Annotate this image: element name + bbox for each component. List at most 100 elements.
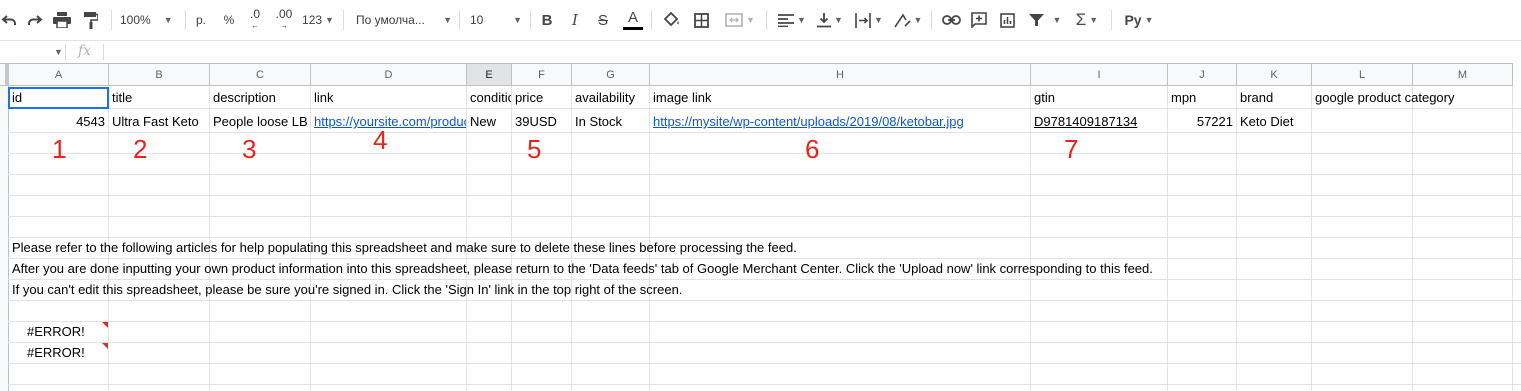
strikethrough-button[interactable]: S: [593, 8, 613, 32]
functions-icon[interactable]: Σ ▼: [1070, 8, 1104, 32]
formula-input[interactable]: [104, 41, 1521, 63]
vertical-align-icon[interactable]: ▼: [815, 8, 845, 32]
zoom-select[interactable]: 100% ▼: [120, 8, 176, 32]
increase-decimals-label: .00: [275, 7, 293, 21]
cell-h2-link[interactable]: https://mysite/wp-content/uploads/2019/0…: [650, 111, 1030, 132]
note-line-2[interactable]: After you are done inputting your own pr…: [9, 258, 1509, 279]
cell-d2-link[interactable]: https://yoursite.com/product: [311, 111, 466, 132]
cell-e1[interactable]: condition: [467, 87, 511, 108]
currency-format-button[interactable]: р.: [192, 8, 210, 32]
undo-icon[interactable]: [0, 8, 18, 32]
column-header-k[interactable]: K: [1237, 63, 1312, 86]
borders-icon[interactable]: [690, 8, 712, 32]
name-box[interactable]: ▼: [0, 41, 64, 63]
text-color-button[interactable]: A: [621, 8, 645, 32]
cell-d1[interactable]: link: [311, 87, 466, 108]
more-formats-select[interactable]: 123 ▼: [300, 8, 336, 32]
more-formats-label: 123: [302, 13, 323, 27]
increase-decimals-button[interactable]: .00 →: [272, 8, 296, 32]
chevron-down-icon: ▼: [443, 15, 452, 25]
cell-b1[interactable]: title: [109, 87, 209, 108]
font-family-select[interactable]: По умолча... ▼: [356, 8, 452, 32]
column-header-h[interactable]: H: [650, 63, 1031, 86]
column-header-a[interactable]: A: [9, 63, 109, 86]
font-family-value: По умолча...: [356, 13, 425, 27]
bold-label: B: [541, 11, 553, 29]
insert-chart-icon[interactable]: [996, 8, 1018, 32]
chevron-down-icon: ▼: [834, 15, 843, 25]
column-header-l[interactable]: L: [1312, 63, 1413, 86]
column-letter: D: [384, 68, 393, 81]
font-size-select[interactable]: 10 ▼: [470, 8, 522, 32]
column-header-i[interactable]: I: [1031, 63, 1168, 86]
filter-icon[interactable]: ▼: [1024, 8, 1066, 32]
font-size-value: 10: [470, 13, 484, 27]
cell-i2[interactable]: D9781409187134: [1031, 111, 1167, 132]
column-header-g[interactable]: G: [572, 63, 650, 86]
cell-f2[interactable]: 39USD: [512, 111, 571, 132]
paint-format-icon[interactable]: [80, 8, 102, 32]
cell-k2[interactable]: Keto Diet: [1237, 111, 1311, 132]
percent-format-button[interactable]: %: [220, 8, 238, 32]
toolbar: 100% ▼ р. % .0 ← .00 → 123 ▼ По умолча... ▼ 1…: [0, 0, 1521, 40]
annotation-4: 4: [373, 125, 388, 155]
input-tools-button[interactable]: Pу ▼: [1119, 8, 1159, 32]
text-rotation-icon[interactable]: ▼: [892, 8, 924, 32]
column-letter: H: [836, 68, 844, 81]
annotation-7: 7: [1064, 134, 1079, 164]
note-line-1[interactable]: Please refer to the following articles f…: [9, 237, 1509, 258]
cell-j1[interactable]: mpn: [1168, 87, 1236, 108]
note-line-3[interactable]: If you can't edit this spreadsheet, plea…: [9, 279, 1509, 300]
horizontal-align-icon[interactable]: ▼: [775, 8, 809, 32]
chevron-down-icon: ▼: [913, 15, 923, 25]
decrease-decimals-label: .0: [249, 7, 260, 21]
column-header-m[interactable]: M: [1413, 63, 1513, 86]
chevron-down-icon: ▼: [1089, 15, 1099, 25]
bold-button[interactable]: B: [537, 8, 557, 32]
redo-icon[interactable]: [24, 8, 46, 32]
cell-c1[interactable]: description: [210, 87, 310, 108]
cell-error-1[interactable]: #ERROR!: [9, 321, 108, 342]
chevron-down-icon: ▼: [746, 15, 755, 25]
cell-e2[interactable]: New: [467, 111, 511, 132]
cell-h1[interactable]: image link: [650, 87, 1030, 108]
insert-link-icon[interactable]: [939, 8, 963, 32]
selected-cell-outline: [8, 87, 109, 109]
insert-comment-icon[interactable]: [968, 8, 990, 32]
text-wrapping-icon[interactable]: ▼: [853, 8, 885, 32]
annotation-6: 6: [805, 134, 820, 164]
column-header-e[interactable]: E: [467, 63, 512, 86]
column-header-f[interactable]: F: [512, 63, 572, 86]
column-header-j[interactable]: J: [1168, 63, 1237, 86]
column-letter: F: [538, 68, 545, 81]
cell-i1[interactable]: gtin: [1031, 87, 1167, 108]
column-header-c[interactable]: C: [210, 63, 311, 86]
arrow-left-icon: ←: [251, 21, 259, 30]
chevron-down-icon: ▼: [1052, 15, 1062, 25]
cell-j2[interactable]: 57221: [1168, 111, 1236, 132]
fill-color-icon[interactable]: [660, 8, 682, 32]
arrow-right-icon: →: [280, 21, 288, 30]
decrease-decimals-button[interactable]: .0 ←: [245, 8, 265, 32]
merge-cells-icon[interactable]: ▼: [720, 8, 760, 32]
cell-c2[interactable]: People loose LB: [210, 111, 310, 132]
fx-icon: fx: [78, 43, 92, 59]
cell-f1[interactable]: price: [512, 87, 571, 108]
cell-a2[interactable]: 4543: [9, 111, 108, 132]
annotation-3: 3: [242, 134, 257, 164]
column-header-b[interactable]: B: [109, 63, 210, 86]
select-all-corner[interactable]: [0, 63, 9, 86]
cell-g1[interactable]: availability: [572, 87, 649, 108]
italic-label: I: [572, 11, 578, 29]
cell-b2[interactable]: Ultra Fast Keto: [109, 111, 209, 132]
cell-l1[interactable]: google product category: [1312, 87, 1454, 108]
print-icon[interactable]: [51, 8, 73, 32]
column-letter: K: [1270, 68, 1278, 81]
column-letter: B: [155, 68, 163, 81]
cell-g2[interactable]: In Stock: [572, 111, 649, 132]
cell-k1[interactable]: brand: [1237, 87, 1311, 108]
error-marker-icon: [102, 322, 108, 328]
column-header-d[interactable]: D: [311, 63, 467, 86]
cell-error-2[interactable]: #ERROR!: [9, 342, 108, 363]
italic-button[interactable]: I: [565, 8, 585, 32]
